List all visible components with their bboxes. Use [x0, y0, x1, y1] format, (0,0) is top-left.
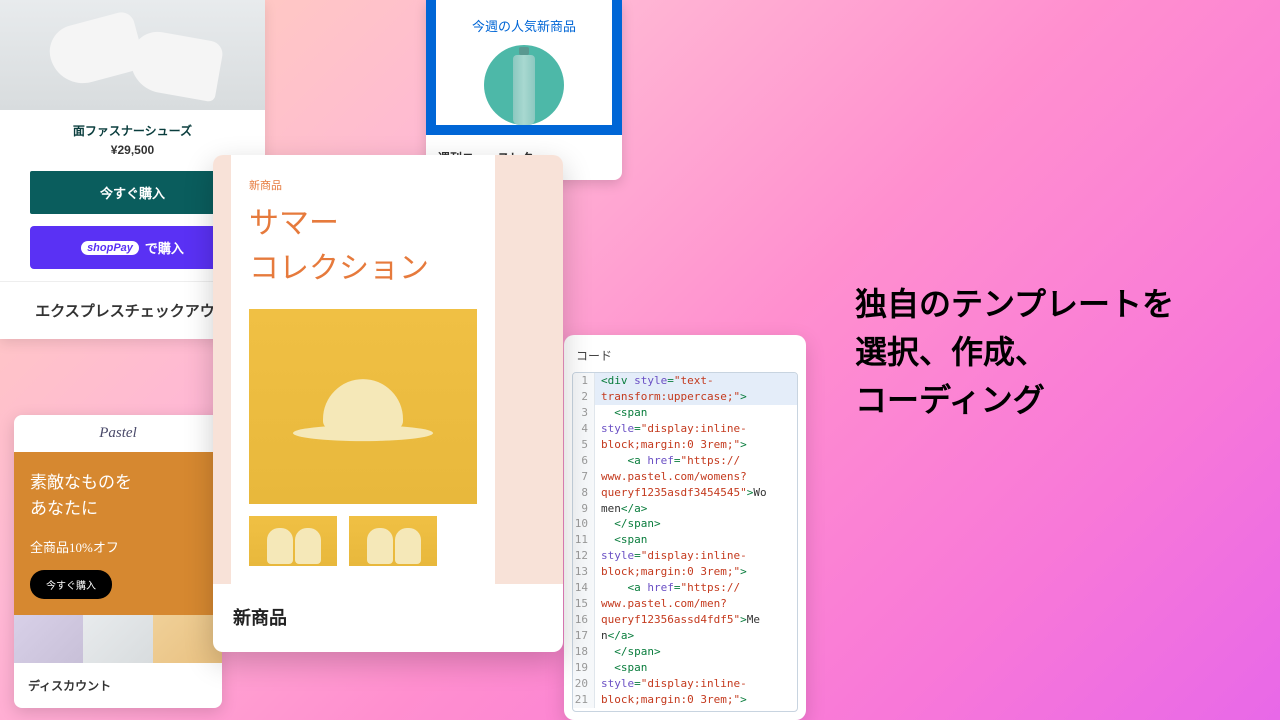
code-line[interactable]: 11 <span	[573, 532, 797, 548]
line-number: 18	[573, 644, 595, 660]
line-number: 9	[573, 501, 595, 517]
code-line[interactable]: 8queryf1235asdf3454545">Wo	[573, 485, 797, 501]
line-number: 12	[573, 548, 595, 564]
code-panel-title: コード	[564, 335, 806, 372]
line-content: transform:uppercase;">	[595, 389, 747, 405]
newsletter-heading: 今週の人気新商品	[436, 0, 612, 45]
line-content: <span	[595, 405, 647, 421]
line-number: 5	[573, 437, 595, 453]
code-line[interactable]: 7www.pastel.com/womens?	[573, 469, 797, 485]
line-content: <div style="text-	[595, 373, 714, 389]
line-number: 14	[573, 580, 595, 596]
product-image	[0, 0, 265, 110]
code-line[interactable]: 20style="display:inline-	[573, 676, 797, 692]
code-line[interactable]: 4style="display:inline-	[573, 421, 797, 437]
summer-heading: サマー コレクション	[249, 201, 477, 291]
product-title: 面ファスナーシューズ	[10, 122, 255, 139]
line-number: 20	[573, 676, 595, 692]
line-number: 3	[573, 405, 595, 421]
headline-line2: 選択、作成、	[855, 328, 1174, 376]
line-content: <a href="https://	[595, 453, 740, 469]
line-content: </span>	[595, 644, 661, 660]
code-line[interactable]: 18 </span>	[573, 644, 797, 660]
pastel-tagline: 素敵なものを あなたに	[30, 470, 206, 521]
line-number: 16	[573, 612, 595, 628]
pastel-thumb-1	[14, 615, 83, 663]
pastel-buy-button[interactable]: 今すぐ購入	[30, 570, 112, 599]
line-number: 15	[573, 596, 595, 612]
line-number: 21	[573, 692, 595, 708]
headline-line1: 独自のテンプレートを	[855, 280, 1174, 328]
line-content: <span	[595, 660, 647, 676]
line-content: style="display:inline-	[595, 421, 747, 437]
line-content: <span	[595, 532, 647, 548]
line-number: 1	[573, 373, 595, 389]
code-editor[interactable]: 1<div style="text-2transform:uppercase;"…	[572, 372, 798, 712]
newsletter-card: 今週の人気新商品 週刊ニュースレター	[426, 0, 622, 180]
line-number: 2	[573, 389, 595, 405]
line-content: style="display:inline-	[595, 548, 747, 564]
summer-collection-card: 新商品 サマー コレクション	[213, 155, 563, 652]
pastel-footer-label: ディスカウント	[14, 663, 222, 708]
code-line[interactable]: 5block;margin:0 3rem;">	[573, 437, 797, 453]
pastel-offer: 全商品10%オフ	[30, 537, 206, 556]
line-content: style="display:inline-	[595, 676, 747, 692]
summer-footer-label: 新商品	[213, 584, 563, 652]
hero-image-hat	[249, 309, 477, 504]
line-number: 7	[573, 469, 595, 485]
line-content: www.pastel.com/men?	[595, 596, 727, 612]
line-number: 13	[573, 564, 595, 580]
line-content: www.pastel.com/womens?	[595, 469, 747, 485]
newsletter-image	[436, 45, 612, 125]
code-line[interactable]: 1<div style="text-	[573, 373, 797, 389]
thumbnail-2[interactable]	[349, 516, 437, 566]
shoppay-button[interactable]: shopPay で購入	[30, 226, 235, 269]
code-line[interactable]: 3 <span	[573, 405, 797, 421]
pastel-thumb-2	[83, 615, 152, 663]
line-content: block;margin:0 3rem;">	[595, 564, 747, 580]
code-line[interactable]: 12style="display:inline-	[573, 548, 797, 564]
pastel-thumb-3	[153, 615, 222, 663]
line-number: 6	[573, 453, 595, 469]
line-content: queryf1235asdf3454545">Wo	[595, 485, 767, 501]
code-line[interactable]: 15www.pastel.com/men?	[573, 596, 797, 612]
pastel-image-row	[14, 615, 222, 663]
line-number: 4	[573, 421, 595, 437]
line-content: <a href="https://	[595, 580, 740, 596]
headline-text: 独自のテンプレートを 選択、作成、 コーディング	[855, 280, 1174, 424]
line-content: men</a>	[595, 501, 647, 517]
shoppay-suffix: で購入	[145, 238, 184, 257]
line-content: queryf12356assd4fdf5">Me	[595, 612, 760, 628]
line-content: block;margin:0 3rem;">	[595, 692, 747, 708]
pastel-brand-logo: Pastel	[14, 415, 222, 452]
buy-now-button[interactable]: 今すぐ購入	[30, 171, 235, 214]
code-line[interactable]: 16queryf12356assd4fdf5">Me	[573, 612, 797, 628]
line-content: block;margin:0 3rem;">	[595, 437, 747, 453]
code-line[interactable]: 19 <span	[573, 660, 797, 676]
headline-line3: コーディング	[855, 376, 1174, 424]
line-content: n</a>	[595, 628, 634, 644]
line-number: 11	[573, 532, 595, 548]
code-line[interactable]: 6 <a href="https://	[573, 453, 797, 469]
code-line[interactable]: 14 <a href="https://	[573, 580, 797, 596]
code-line[interactable]: 21block;margin:0 3rem;">	[573, 692, 797, 708]
line-content: </span>	[595, 516, 661, 532]
thumbnail-row	[249, 516, 477, 566]
thumbnail-1[interactable]	[249, 516, 337, 566]
line-number: 17	[573, 628, 595, 644]
code-line[interactable]: 10 </span>	[573, 516, 797, 532]
line-number: 19	[573, 660, 595, 676]
code-editor-panel: コード 1<div style="text-2transform:upperca…	[564, 335, 806, 720]
pastel-promo-card: Pastel 素敵なものを あなたに 全商品10%オフ 今すぐ購入 ディスカウン…	[14, 415, 222, 708]
summer-tag: 新商品	[249, 177, 477, 193]
code-line[interactable]: 13block;margin:0 3rem;">	[573, 564, 797, 580]
code-line[interactable]: 17n</a>	[573, 628, 797, 644]
shoppay-logo-icon: shopPay	[81, 241, 139, 255]
code-line[interactable]: 9men</a>	[573, 501, 797, 517]
line-number: 8	[573, 485, 595, 501]
code-line[interactable]: 2transform:uppercase;">	[573, 389, 797, 405]
pastel-hero: 素敵なものを あなたに 全商品10%オフ 今すぐ購入	[14, 452, 222, 615]
line-number: 10	[573, 516, 595, 532]
